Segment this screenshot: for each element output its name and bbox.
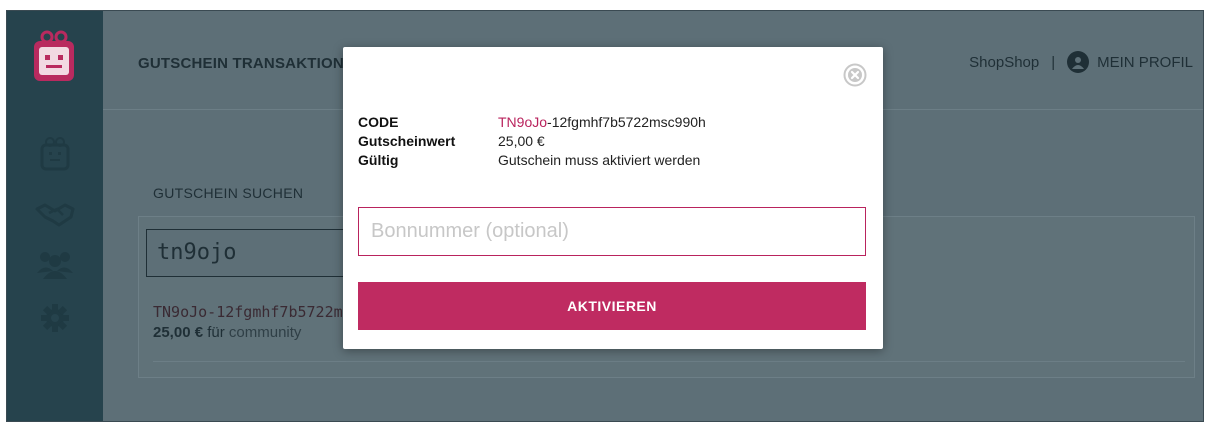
app-window: GUTSCHEIN TRANSAKTIONEN ShopShop | MEIN …: [6, 10, 1204, 422]
search-section-title: GUTSCHEIN SUCHEN: [153, 185, 304, 201]
handshake-icon: [35, 201, 75, 232]
sidebar: [7, 11, 103, 421]
valid-row: Gültig Gutschein muss aktiviert werden: [358, 151, 706, 170]
sidebar-item-users[interactable]: [7, 249, 103, 284]
code-value: TN9oJo-12fgmhf7b5722msc990h: [498, 113, 706, 132]
result-for-text: für: [207, 324, 225, 341]
receipt-number-input[interactable]: [358, 207, 866, 256]
result-recipient: community: [228, 324, 302, 341]
users-icon: [35, 249, 75, 284]
voucher-modal: CODE TN9oJo-12fgmhf7b5722msc990h Gutsche…: [343, 47, 883, 349]
profile-link[interactable]: MEIN PROFIL: [1067, 51, 1193, 73]
value-row: Gutscheinwert 25,00 €: [358, 132, 706, 151]
code-label: CODE: [358, 114, 399, 130]
valid-label: Gültig: [358, 152, 399, 168]
value-amount: 25,00 €: [498, 133, 545, 149]
valid-status: Gutschein muss aktiviert werden: [498, 152, 701, 168]
user-icon: [1067, 51, 1090, 73]
code-prefix: TN9oJo: [498, 114, 548, 130]
activate-button[interactable]: AKTIVIEREN: [358, 282, 866, 330]
page-title: GUTSCHEIN TRANSAKTIONEN: [138, 55, 366, 72]
value-label: Gutscheinwert: [358, 133, 456, 149]
header-right: ShopShop | MEIN PROFIL: [969, 51, 1193, 73]
code-rest: -12fgmhf7b5722msc990h: [547, 114, 706, 130]
close-icon: [843, 63, 867, 91]
sidebar-item-gift[interactable]: [7, 137, 103, 176]
sidebar-item-settings[interactable]: [7, 303, 103, 338]
profile-label: MEIN PROFIL: [1097, 53, 1193, 71]
close-button[interactable]: [843, 63, 867, 87]
voucher-info: CODE TN9oJo-12fgmhf7b5722msc990h Gutsche…: [358, 113, 706, 170]
divider: [153, 361, 1185, 362]
gear-icon: [40, 303, 70, 338]
gift-logo-icon: [31, 29, 77, 85]
sidebar-item-transactions[interactable]: [7, 201, 103, 232]
shop-link[interactable]: ShopShop: [969, 54, 1039, 71]
result-details: 25,00 € für community: [153, 324, 301, 341]
code-row: CODE TN9oJo-12fgmhf7b5722msc990h: [358, 113, 706, 132]
search-input-value: tn9ojo: [157, 240, 237, 265]
header-separator: |: [1051, 53, 1056, 71]
gift-icon: [40, 137, 70, 176]
result-amount: 25,00 €: [153, 324, 204, 341]
